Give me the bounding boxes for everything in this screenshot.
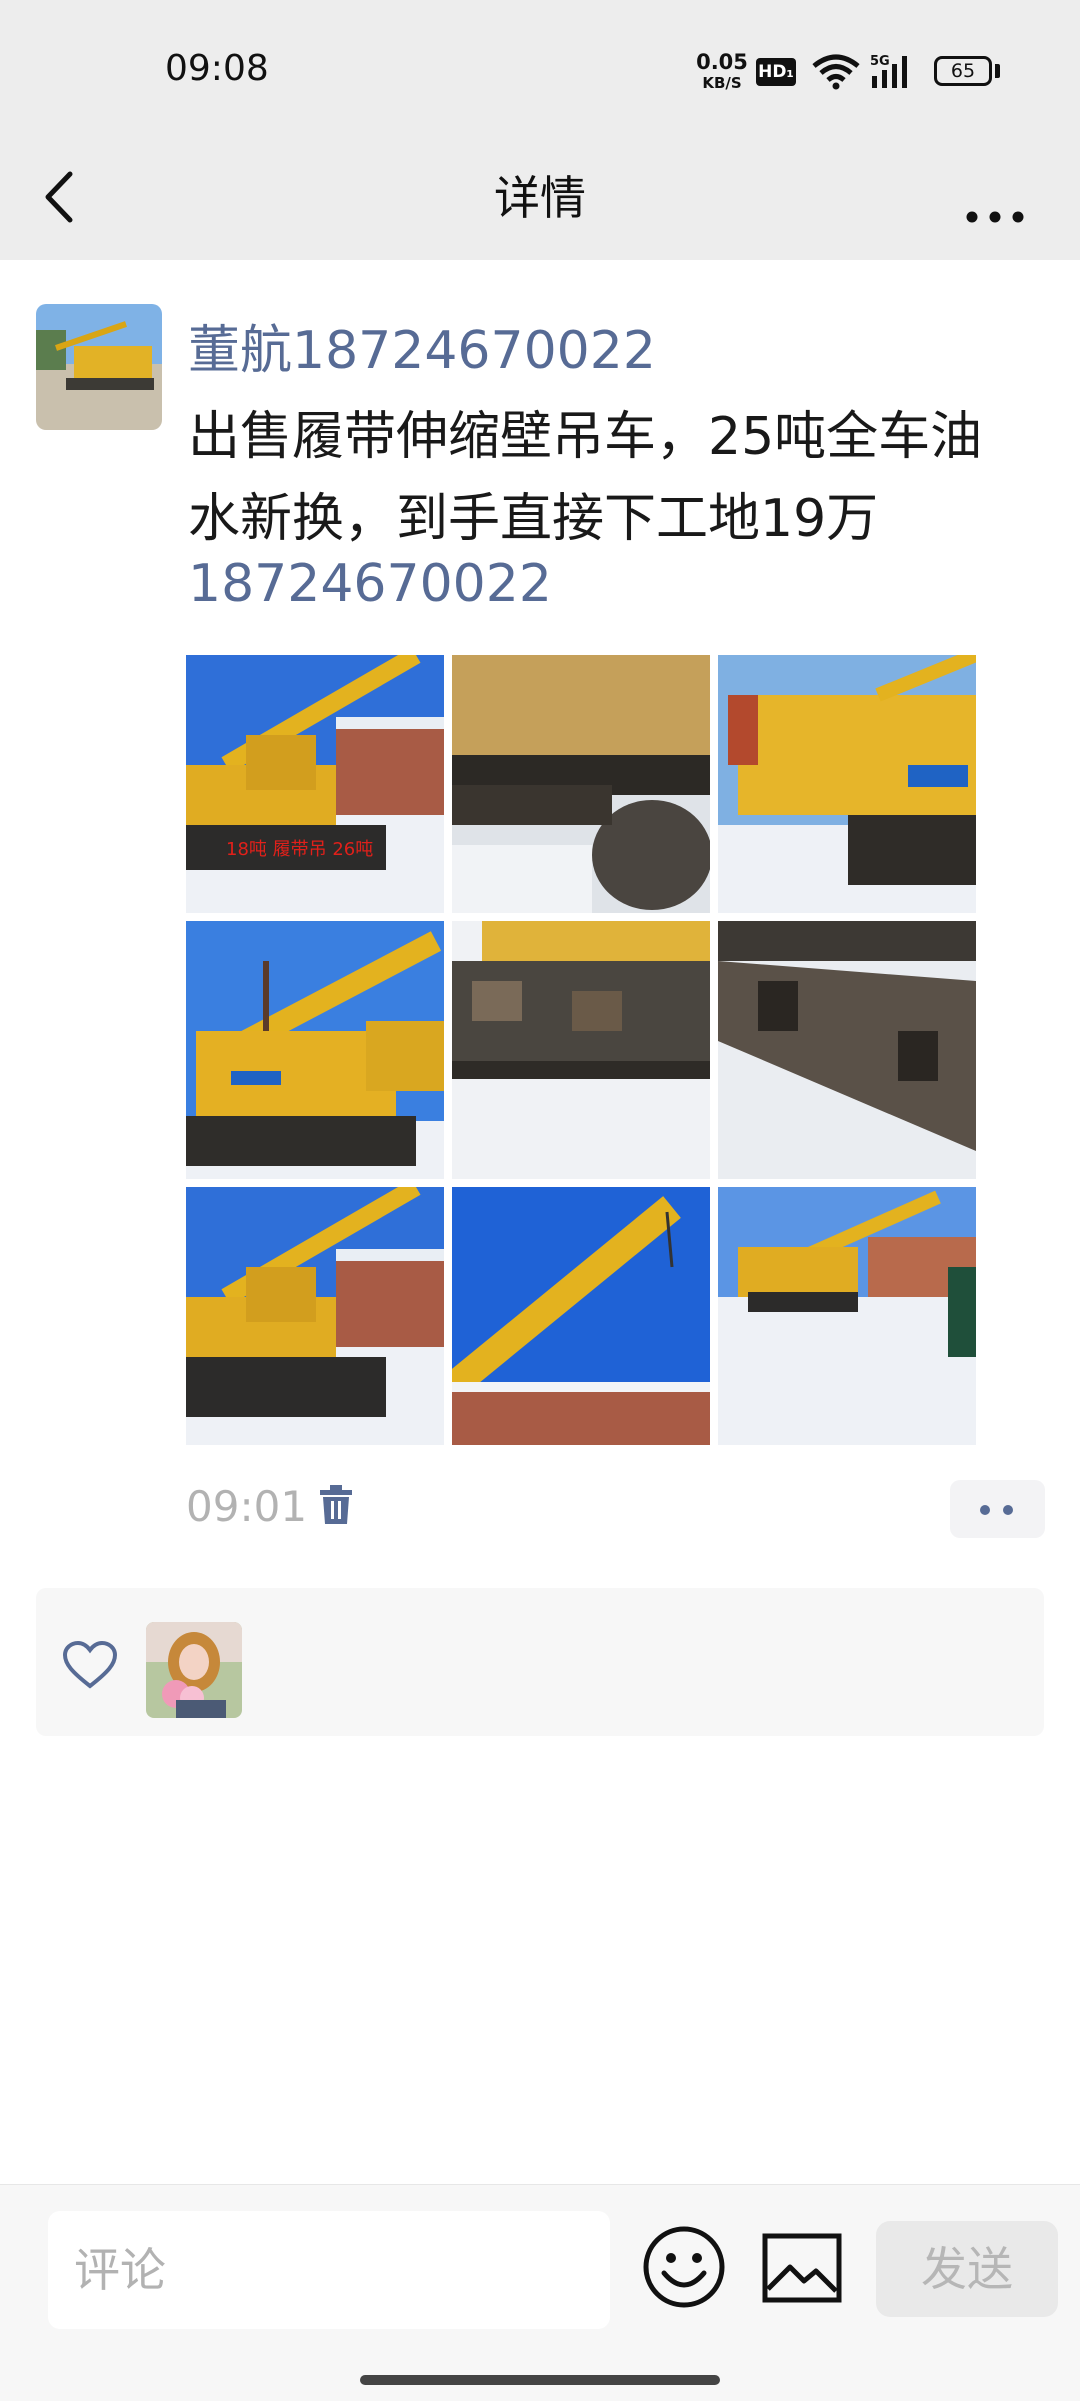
photo-3-image [718, 655, 976, 913]
photo-1[interactable]: 18吨 履带吊 26吨 [186, 655, 444, 913]
network-speed-unit: KB/S [702, 74, 742, 92]
author-avatar[interactable] [36, 304, 162, 430]
trash-icon[interactable] [318, 1484, 354, 1526]
photo-2[interactable] [452, 655, 710, 913]
photo-4-image [186, 921, 444, 1179]
photo-6[interactable] [718, 921, 976, 1179]
photo-7-image [186, 1187, 444, 1445]
status-bar: 09:08 0.05 KB/S HD₁ 5G 65 [0, 0, 1080, 140]
comment-bar: 评论 发送 [0, 2184, 1080, 2401]
liker-avatar-image [146, 1622, 242, 1718]
home-indicator[interactable] [360, 2375, 720, 2385]
comment-input[interactable]: 评论 [48, 2211, 610, 2329]
photo-9[interactable] [718, 1187, 976, 1445]
more-button[interactable] [960, 170, 1030, 230]
nav-bar: 详情 [0, 140, 1080, 260]
photo-5[interactable] [452, 921, 710, 1179]
send-button[interactable]: 发送 [876, 2221, 1058, 2317]
post-actions-button[interactable] [950, 1480, 1045, 1538]
photo-6-image [718, 921, 976, 1179]
network-speed-value: 0.05 [696, 50, 748, 74]
photo-9-image [718, 1187, 976, 1445]
photo-1-image: 18吨 履带吊 26吨 [186, 655, 444, 913]
likes-section [36, 1588, 1044, 1736]
dot-icon [980, 1505, 990, 1515]
dot-icon [1003, 1505, 1013, 1515]
battery-icon: 65 [934, 56, 992, 86]
battery-level: 65 [950, 60, 976, 82]
photo-5-image [452, 921, 710, 1179]
heart-outline-icon [62, 1640, 118, 1689]
more-horizontal-icon [966, 211, 1024, 223]
battery-tip [995, 64, 1000, 78]
wifi-icon [812, 54, 860, 90]
photo-3[interactable] [718, 655, 976, 913]
cellular-signal-icon: 5G [870, 54, 907, 88]
network-type: 5G [870, 54, 890, 69]
author-name[interactable]: 董航18724670022 [188, 308, 656, 383]
post-text: 出售履带伸缩壁吊车，25吨全车油水新换，到手直接下工地19万 [188, 407, 983, 549]
liker-avatar[interactable] [146, 1622, 242, 1718]
photo-4[interactable] [186, 921, 444, 1179]
hd-badge: HD₁ [756, 58, 796, 86]
photo-2-image [452, 655, 710, 913]
post-time: 09:01 [186, 1482, 308, 1531]
author-avatar-image [36, 304, 162, 430]
phone-link[interactable]: 18724670022 [188, 554, 552, 614]
photo-8[interactable] [452, 1187, 710, 1445]
network-speed: 0.05 KB/S [694, 52, 750, 94]
status-time: 09:08 [165, 48, 269, 89]
page-title: 详情 [494, 171, 586, 225]
smiley-icon[interactable] [642, 2225, 726, 2309]
photo-7[interactable] [186, 1187, 444, 1445]
photo-8-image [452, 1187, 710, 1445]
image-icon[interactable] [762, 2233, 842, 2303]
photo-watermark: 18吨 履带吊 26吨 [226, 839, 373, 860]
